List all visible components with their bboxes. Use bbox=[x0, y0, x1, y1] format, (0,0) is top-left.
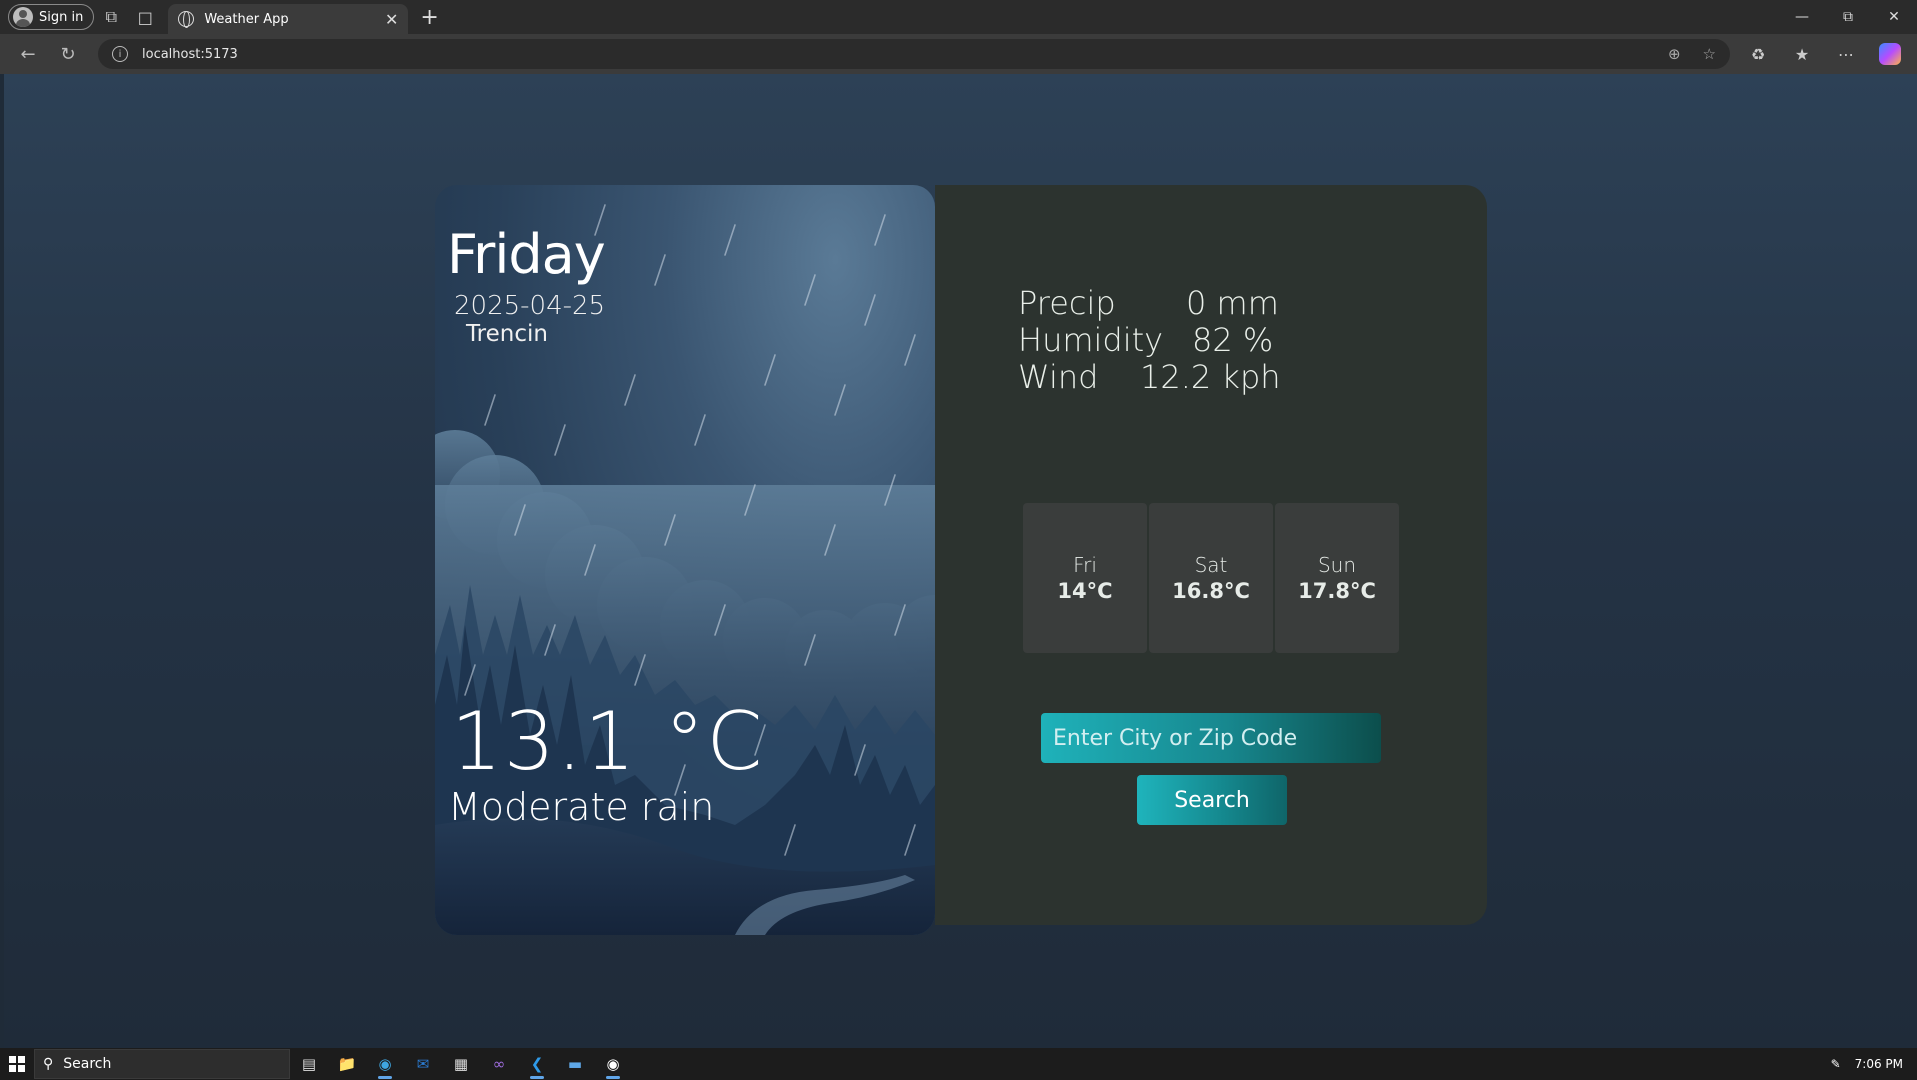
pen-icon[interactable]: ✎ bbox=[1831, 1057, 1841, 1071]
forecast-temp: 14°C bbox=[1057, 579, 1113, 603]
search-icon: ⚲ bbox=[43, 1056, 54, 1072]
tab-actions-icon[interactable]: □ bbox=[128, 3, 162, 31]
back-icon[interactable]: ← bbox=[8, 38, 48, 70]
forecast-day: Fri bbox=[1073, 553, 1097, 577]
forecast-list: Fri 14°C Sat 16.8°C Sun 17.8°C bbox=[1023, 503, 1399, 653]
workspaces-icon[interactable]: ⧉ bbox=[94, 3, 128, 31]
tab-title: Weather App bbox=[204, 11, 289, 27]
stat-precip: Precip 0 mm bbox=[1018, 285, 1281, 322]
search-button[interactable]: Search bbox=[1137, 775, 1287, 825]
restore-icon[interactable]: ⧉ bbox=[1825, 0, 1871, 34]
tab-weather-app[interactable]: Weather App ✕ bbox=[168, 4, 409, 34]
forecast-temp: 17.8°C bbox=[1298, 579, 1376, 603]
taskbar-search-label: Search bbox=[63, 1056, 112, 1072]
stat-label: Humidity bbox=[1018, 321, 1164, 359]
file-explorer-icon[interactable]: 📁 bbox=[328, 1048, 366, 1080]
windows-taskbar: ⚲ Search ▤ 📁 ◉ ✉ ▦ ∞ ❮ ▬ ◉ ✎ 7:06 PM bbox=[0, 1048, 1917, 1080]
address-bar[interactable]: i localhost:5173 ⊕ ☆ bbox=[98, 39, 1730, 69]
close-window-icon[interactable]: ✕ bbox=[1871, 0, 1917, 34]
favorites-icon[interactable]: ★ bbox=[1780, 38, 1824, 70]
page-viewport: Friday 2025-04-25 Trencin 13.1 °C Modera… bbox=[4, 74, 1917, 1048]
forecast-day: Sun bbox=[1317, 553, 1357, 577]
forecast-day-card: Fri 14°C bbox=[1023, 503, 1147, 653]
windows-logo-icon bbox=[9, 1056, 25, 1072]
extensions-icon[interactable]: ♻ bbox=[1736, 38, 1780, 70]
edge-browser-icon[interactable]: ◉ bbox=[366, 1048, 404, 1080]
date-text: 2025-04-25 bbox=[454, 291, 606, 321]
stat-value: 82 % bbox=[1192, 321, 1274, 359]
day-name: Friday bbox=[447, 223, 606, 286]
task-view-icon[interactable]: ▤ bbox=[290, 1048, 328, 1080]
favorite-star-icon[interactable]: ☆ bbox=[1703, 45, 1716, 63]
profile-label: Sign in bbox=[39, 9, 84, 25]
copilot-icon[interactable] bbox=[1868, 38, 1912, 70]
current-weather-card: Friday 2025-04-25 Trencin 13.1 °C Modera… bbox=[435, 185, 935, 935]
profile-button[interactable]: Sign in bbox=[8, 4, 95, 30]
globe-icon bbox=[178, 11, 195, 28]
city-name: Trencin bbox=[466, 321, 548, 347]
weather-details-panel: Precip 0 mm Humidity 82 % Wind 12.2 kph … bbox=[935, 185, 1487, 925]
minimize-icon[interactable]: — bbox=[1779, 0, 1825, 34]
new-tab-icon[interactable]: + bbox=[420, 5, 438, 30]
stat-value: 0 mm bbox=[1186, 284, 1279, 322]
forecast-day-card: Sun 17.8°C bbox=[1275, 503, 1399, 653]
forecast-day: Sat bbox=[1194, 553, 1228, 577]
store-icon[interactable]: ▦ bbox=[442, 1048, 480, 1080]
weather-stats: Precip 0 mm Humidity 82 % Wind 12.2 kph bbox=[1018, 285, 1281, 396]
city-search-input[interactable] bbox=[1041, 713, 1381, 763]
visual-studio-icon[interactable]: ∞ bbox=[480, 1048, 518, 1080]
url-text: localhost:5173 bbox=[142, 46, 238, 62]
vscode-icon[interactable]: ❮ bbox=[518, 1048, 556, 1080]
more-menu-icon[interactable]: ⋯ bbox=[1824, 38, 1868, 70]
system-tray: ✎ 7:06 PM bbox=[1831, 1057, 1917, 1071]
window-controls: — ⧉ ✕ bbox=[1779, 0, 1917, 34]
site-info-icon[interactable]: i bbox=[112, 46, 128, 62]
clock-time[interactable]: 7:06 PM bbox=[1855, 1057, 1903, 1071]
stat-label: Precip bbox=[1018, 284, 1116, 322]
stat-label: Wind bbox=[1018, 358, 1099, 396]
avatar-icon bbox=[13, 7, 33, 27]
current-temperature: 13.1 °C bbox=[451, 695, 765, 788]
browser-titlebar: Sign in ⧉ □ Weather App ✕ + — ⧉ ✕ bbox=[0, 0, 1917, 34]
close-tab-icon[interactable]: ✕ bbox=[385, 10, 398, 29]
refresh-icon[interactable]: ↻ bbox=[48, 38, 88, 70]
taskbar-search[interactable]: ⚲ Search bbox=[34, 1049, 290, 1079]
address-toolbar: ← ↻ i localhost:5173 ⊕ ☆ ♻ ★ ⋯ bbox=[0, 34, 1917, 74]
start-button[interactable] bbox=[0, 1048, 34, 1080]
toolbar-actions: ♻ ★ ⋯ bbox=[1736, 38, 1912, 70]
forecast-day-card: Sat 16.8°C bbox=[1149, 503, 1273, 653]
app-icon[interactable]: ▬ bbox=[556, 1048, 594, 1080]
forecast-temp: 16.8°C bbox=[1172, 579, 1250, 603]
stat-humidity: Humidity 82 % bbox=[1018, 322, 1281, 359]
stat-value: 12.2 kph bbox=[1140, 358, 1281, 396]
zoom-icon[interactable]: ⊕ bbox=[1668, 45, 1681, 63]
outlook-icon[interactable]: ✉ bbox=[404, 1048, 442, 1080]
stat-wind: Wind 12.2 kph bbox=[1018, 359, 1281, 396]
app-icon[interactable]: ◉ bbox=[594, 1048, 632, 1080]
weather-condition: Moderate rain bbox=[448, 785, 715, 829]
